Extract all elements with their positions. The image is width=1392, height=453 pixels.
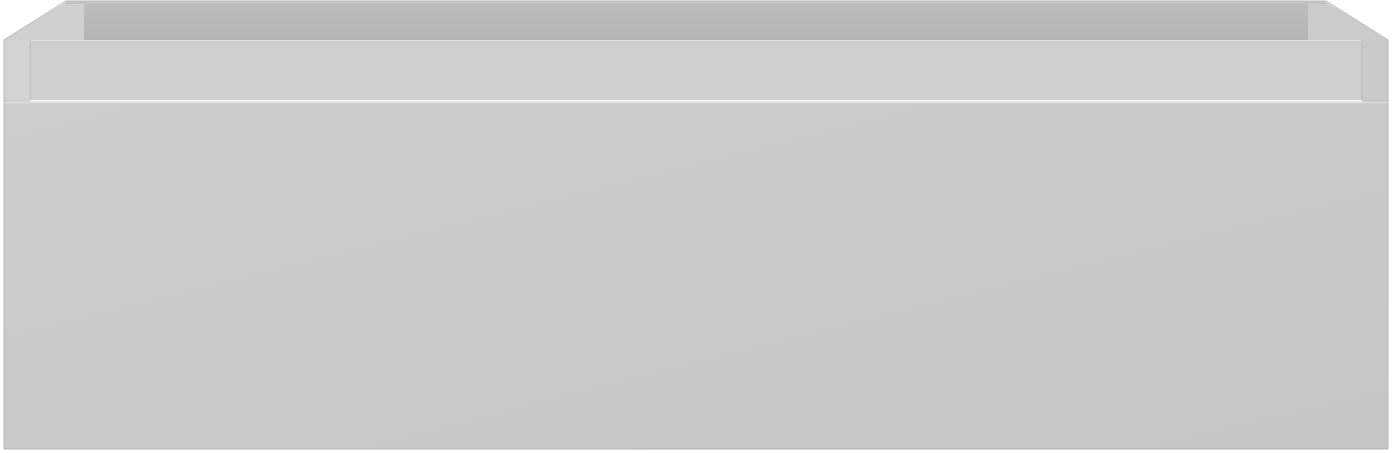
drawer-back-wall	[30, 4, 1308, 40]
drawer-inner-band	[30, 40, 1362, 100]
drawer-unit-illustration	[3, 0, 1389, 450]
drawer-right-side	[1362, 40, 1388, 102]
drawer-front-panel	[3, 101, 1389, 450]
product-image-stage	[0, 0, 1392, 453]
drawer-left-side	[4, 40, 30, 102]
